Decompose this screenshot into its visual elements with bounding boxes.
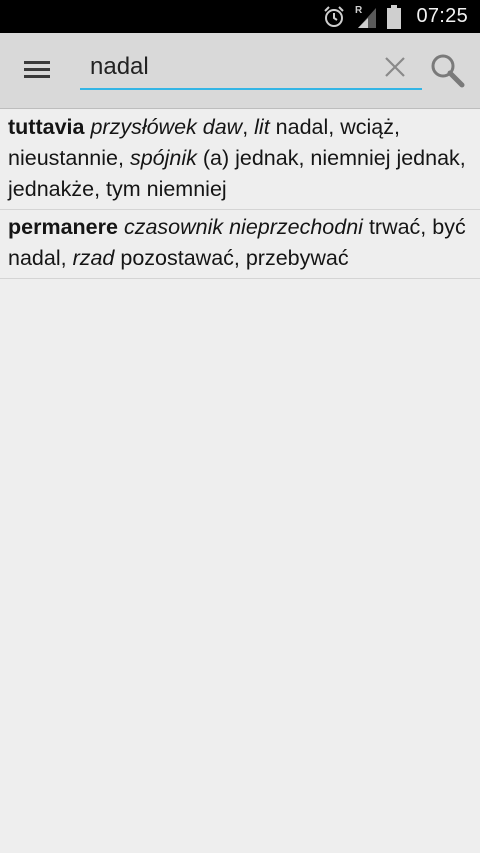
results-list: tuttavia przysłówek daw, lit nadal, wcią… (0, 110, 480, 279)
battery-icon (387, 4, 402, 29)
hamburger-menu-icon[interactable] (22, 59, 52, 81)
search-field (80, 46, 422, 90)
search-input[interactable] (90, 50, 370, 84)
close-icon[interactable] (382, 54, 408, 80)
alarm-icon (324, 5, 345, 27)
signal-icon: R (355, 5, 377, 28)
roaming-letter: R (355, 5, 363, 16)
result-item[interactable]: permanere czasownik nieprzechodni trwać,… (0, 210, 480, 279)
result-item[interactable]: tuttavia przysłówek daw, lit nadal, wcią… (0, 110, 480, 210)
status-time: 07:25 (416, 5, 468, 27)
search-toolbar (0, 33, 480, 109)
search-icon[interactable] (428, 51, 468, 91)
status-icons: R 07:25 (322, 0, 468, 33)
headword: permanere (8, 215, 118, 239)
status-bar: R 07:25 (0, 0, 480, 33)
headword: tuttavia (8, 115, 85, 139)
